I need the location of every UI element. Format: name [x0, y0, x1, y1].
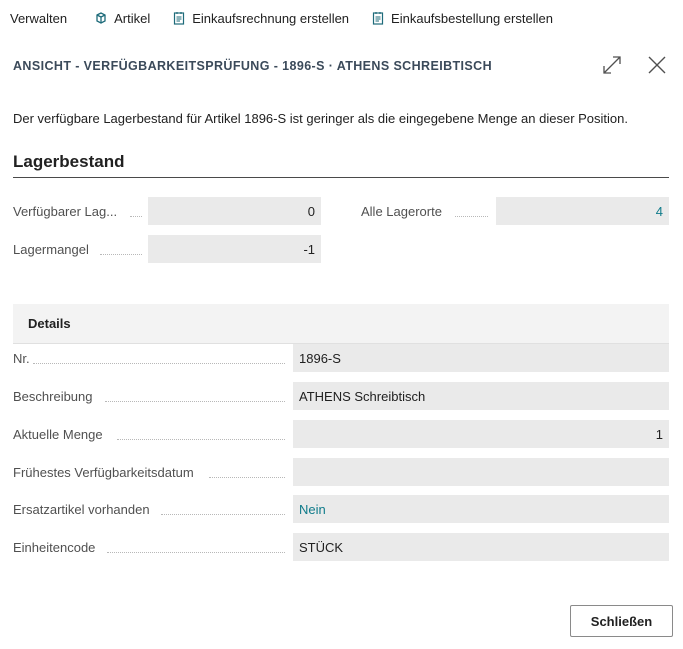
manage-label: Verwalten — [10, 10, 68, 26]
item-label: Artikel — [114, 10, 151, 26]
earliest-availability-date-value — [293, 458, 669, 486]
purchase-order-label: Einkaufsbestellung erstellen — [391, 10, 553, 26]
unit-of-measure-value: STÜCK — [293, 533, 669, 561]
availability-message: Der verfügbare Lagerbestand für Artikel … — [13, 111, 628, 126]
purchase-invoice-label: Einkaufsrechnung erstellen — [192, 10, 350, 26]
available-inventory-label: Verfügbarer Lag... — [13, 204, 118, 219]
section-divider — [13, 177, 669, 178]
close-button[interactable]: Schließen — [570, 605, 673, 637]
invoice-icon — [172, 11, 186, 25]
dot-leader — [117, 439, 285, 440]
all-locations-label: Alle Lagerorte — [361, 204, 442, 219]
expand-icon — [601, 54, 623, 79]
dot-leader — [100, 254, 142, 255]
dot-leader — [130, 216, 142, 217]
manage-menu[interactable]: Verwalten — [10, 11, 67, 26]
substitutes-exist-label: Ersatzartikel vorhanden — [13, 502, 150, 517]
details-header[interactable]: Details — [13, 304, 669, 344]
dialog-header: ANSICHT - VERFÜGBARKEITSPRÜFUNG - 1896-S… — [13, 53, 673, 79]
create-purchase-invoice-action[interactable]: Einkaufsrechnung erstellen — [172, 11, 349, 26]
substitutes-exist-value[interactable]: Nein — [293, 495, 669, 523]
shortage-value: -1 — [148, 235, 321, 263]
close-dialog-button[interactable] — [644, 53, 670, 79]
details-title: Details — [28, 316, 71, 331]
inventory-section-title: Lagerbestand — [13, 152, 125, 171]
available-inventory-value: 0 — [148, 197, 321, 225]
create-purchase-order-action[interactable]: Einkaufsbestellung erstellen — [371, 11, 553, 26]
earliest-availability-date-label: Frühestes Verfügbarkeitsdatum — [13, 465, 194, 480]
description-label: Beschreibung — [13, 389, 93, 404]
expand-button[interactable] — [599, 53, 625, 79]
dot-leader — [105, 401, 285, 402]
order-icon — [371, 11, 385, 25]
current-quantity-label: Aktuelle Menge — [13, 427, 103, 442]
shortage-label: Lagermangel — [13, 242, 89, 257]
current-quantity-value: 1 — [293, 420, 669, 448]
action-bar: Verwalten Artikel Einkaufsrechnung erste… — [0, 0, 683, 36]
item-action[interactable]: Artikel — [94, 11, 150, 26]
page-title: ANSICHT - VERFÜGBARKEITSPRÜFUNG - 1896-S… — [13, 59, 492, 73]
dot-leader — [209, 477, 285, 478]
no-value: 1896-S — [293, 344, 669, 372]
close-icon — [647, 55, 667, 78]
item-icon — [94, 11, 108, 25]
description-value: ATHENS Schreibtisch — [293, 382, 669, 410]
dot-leader — [455, 216, 488, 217]
unit-of-measure-label: Einheitencode — [13, 540, 96, 555]
dot-leader — [107, 552, 285, 553]
dot-leader — [33, 363, 285, 364]
dot-leader — [161, 514, 285, 515]
all-locations-value[interactable]: 4 — [496, 197, 669, 225]
